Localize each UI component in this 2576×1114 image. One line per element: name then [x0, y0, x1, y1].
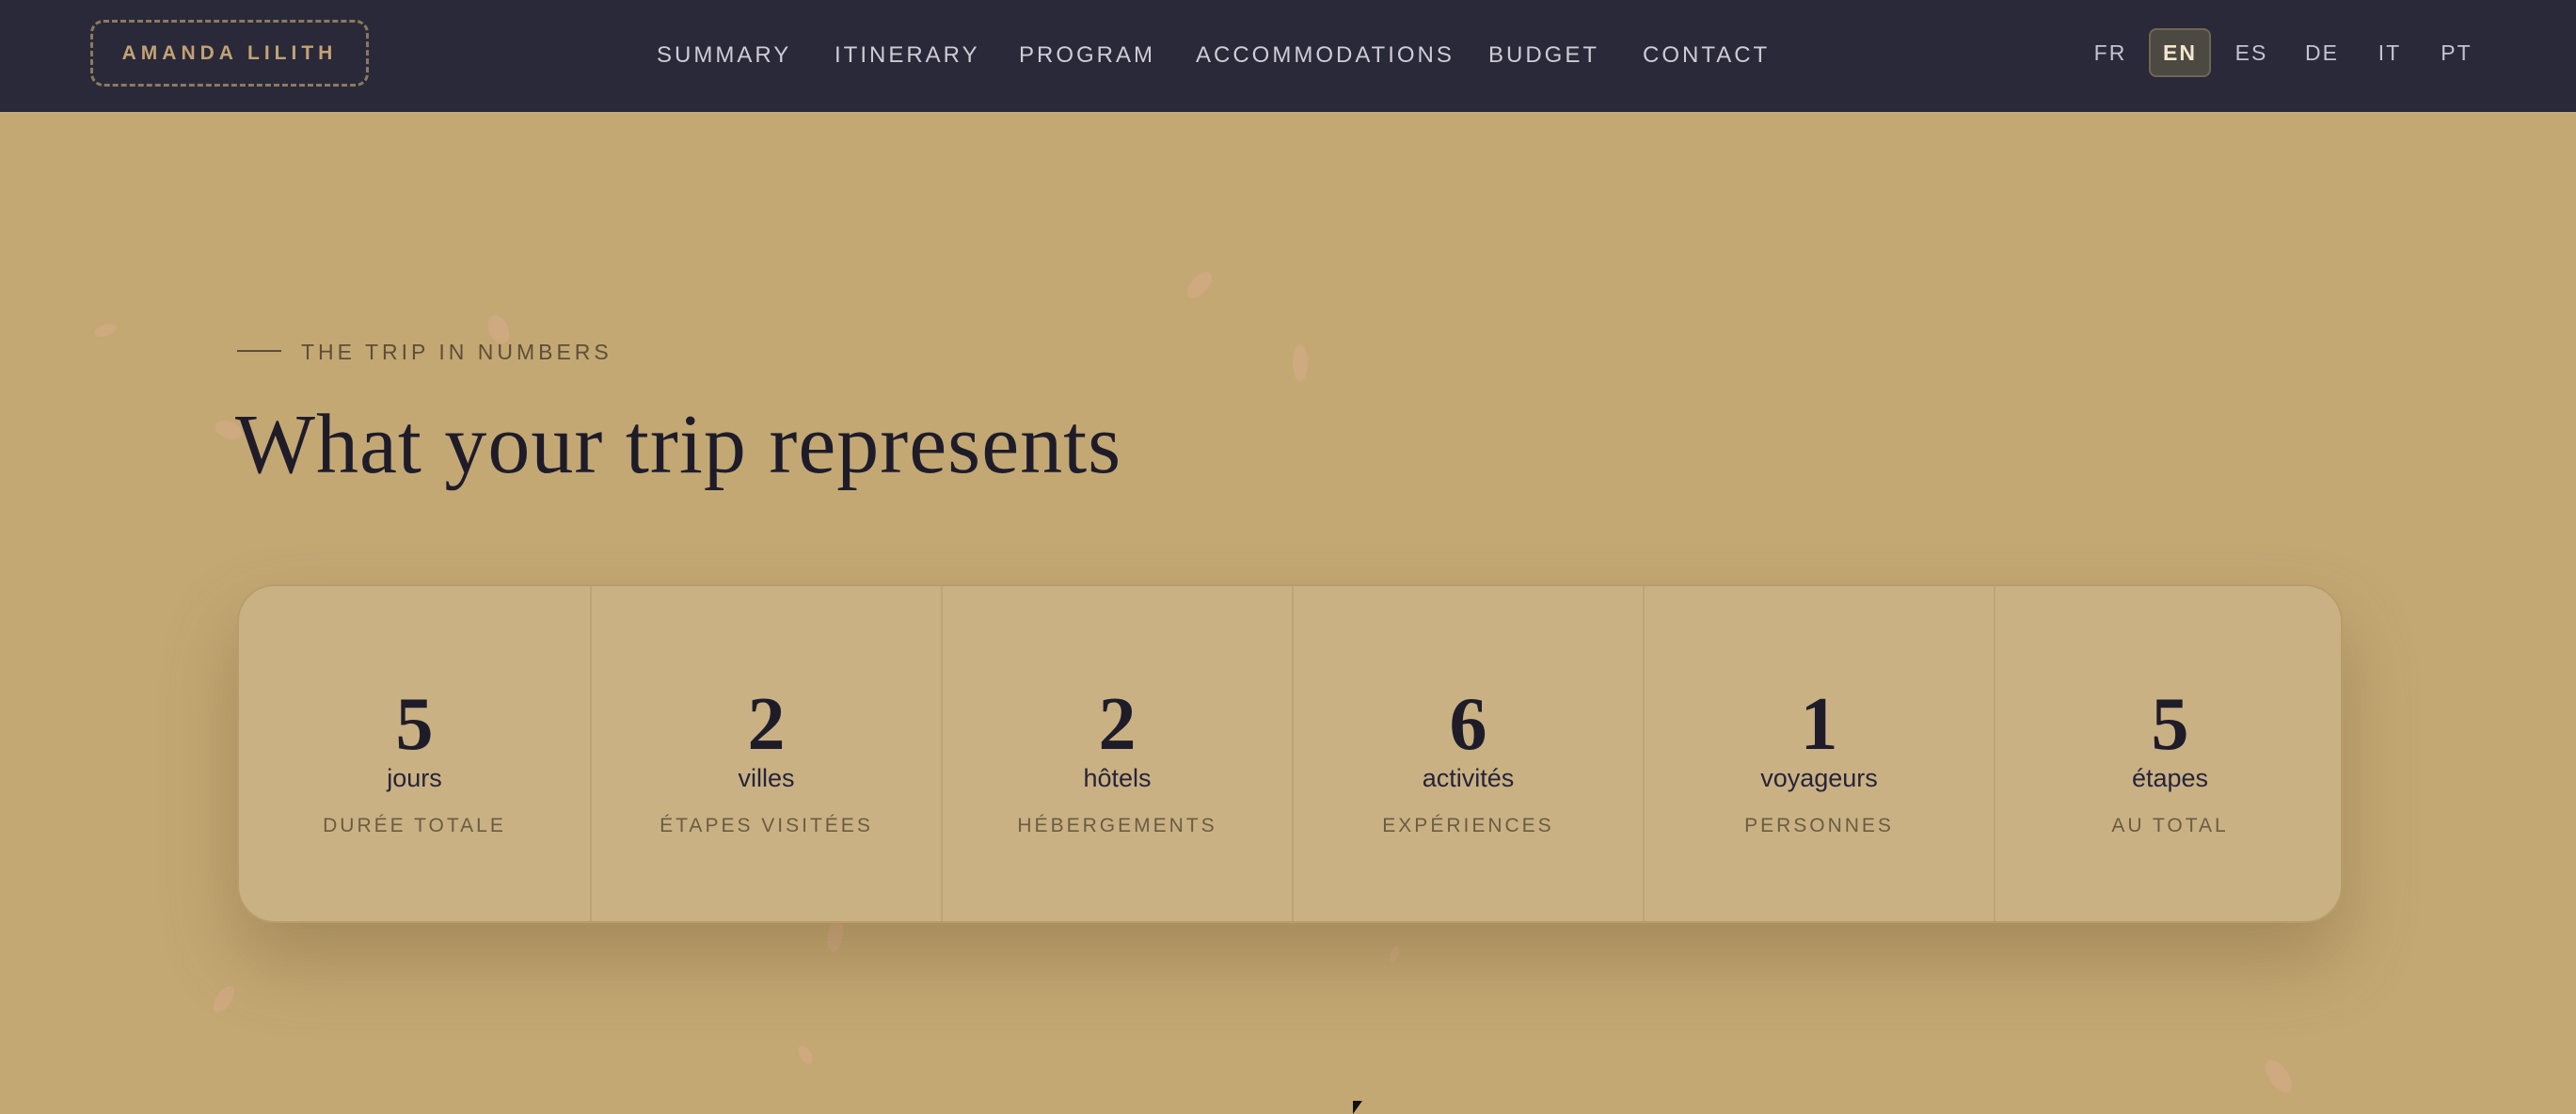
- petal-decoration: [209, 982, 239, 1016]
- stat-activities: 6 activités EXPÉRIENCES: [1292, 586, 1643, 921]
- stat-sublabel: HÉBERGEMENTS: [1017, 815, 1217, 836]
- language-de-button[interactable]: DE: [2298, 28, 2345, 77]
- stat-value: 1: [1800, 683, 1838, 766]
- language-pt-button[interactable]: PT: [2433, 28, 2480, 77]
- nav-link-program[interactable]: PROGRAM: [1019, 41, 1155, 70]
- petal-decoration: [1293, 344, 1308, 382]
- stat-label: jours: [387, 764, 442, 792]
- stat-sublabel: DURÉE TOTALE: [323, 815, 506, 836]
- stat-sublabel: EXPÉRIENCES: [1382, 815, 1554, 836]
- nav-link-itinerary[interactable]: ITINERARY: [835, 41, 980, 70]
- eyebrow-divider: [237, 350, 281, 352]
- stat-label: hôtels: [1083, 764, 1152, 792]
- stat-value: 6: [1449, 683, 1487, 766]
- stat-label: activités: [1422, 764, 1515, 792]
- mouse-cursor-icon: [1353, 1101, 1362, 1114]
- stat-value: 2: [1098, 683, 1137, 766]
- stat-duration: 5 jours DURÉE TOTALE: [239, 586, 590, 921]
- petal-decoration: [795, 1042, 816, 1067]
- stat-label: voyageurs: [1760, 764, 1878, 792]
- stat-value: 2: [747, 683, 786, 766]
- stat-label: villes: [738, 764, 795, 792]
- petal-decoration: [1388, 945, 1401, 963]
- stat-hotels: 2 hôtels HÉBERGEMENTS: [941, 586, 1292, 921]
- stat-value: 5: [395, 683, 434, 766]
- stat-stages: 5 étapes AU TOTAL: [1994, 586, 2341, 921]
- stat-travelers: 1 voyageurs PERSONNES: [1643, 586, 1994, 921]
- nav-link-accommodations[interactable]: ACCOMMODATIONS: [1196, 41, 1455, 70]
- nav-link-budget[interactable]: BUDGET: [1488, 41, 1599, 70]
- stat-sublabel: ÉTAPES VISITÉES: [660, 815, 873, 836]
- stats-card: 5 jours DURÉE TOTALE 2 villes ÉTAPES VIS…: [237, 584, 2343, 923]
- language-en-button[interactable]: EN: [2149, 28, 2211, 77]
- stat-cities: 2 villes ÉTAPES VISITÉES: [590, 586, 941, 921]
- stat-sublabel: AU TOTAL: [2111, 815, 2229, 836]
- language-es-button[interactable]: ES: [2228, 28, 2275, 77]
- language-it-button[interactable]: IT: [2369, 28, 2410, 77]
- stat-sublabel: PERSONNES: [1744, 815, 1894, 836]
- petal-decoration: [2260, 1055, 2298, 1098]
- section-eyebrow: THE TRIP IN NUMBERS: [301, 340, 612, 364]
- petal-decoration: [1183, 267, 1216, 303]
- language-fr-button[interactable]: FR: [2087, 28, 2134, 77]
- nav-link-contact[interactable]: CONTACT: [1643, 41, 1770, 70]
- nav-link-summary[interactable]: SUMMARY: [657, 41, 791, 70]
- top-navigation-bar: AMANDA LILITH SUMMARY ITINERARY PROGRAM …: [0, 0, 2576, 114]
- brand-logo[interactable]: AMANDA LILITH: [90, 20, 369, 87]
- stat-label: étapes: [2131, 764, 2209, 792]
- stat-value: 5: [2151, 683, 2189, 766]
- petal-decoration: [92, 321, 119, 340]
- section-title: What your trip represents: [235, 398, 1122, 491]
